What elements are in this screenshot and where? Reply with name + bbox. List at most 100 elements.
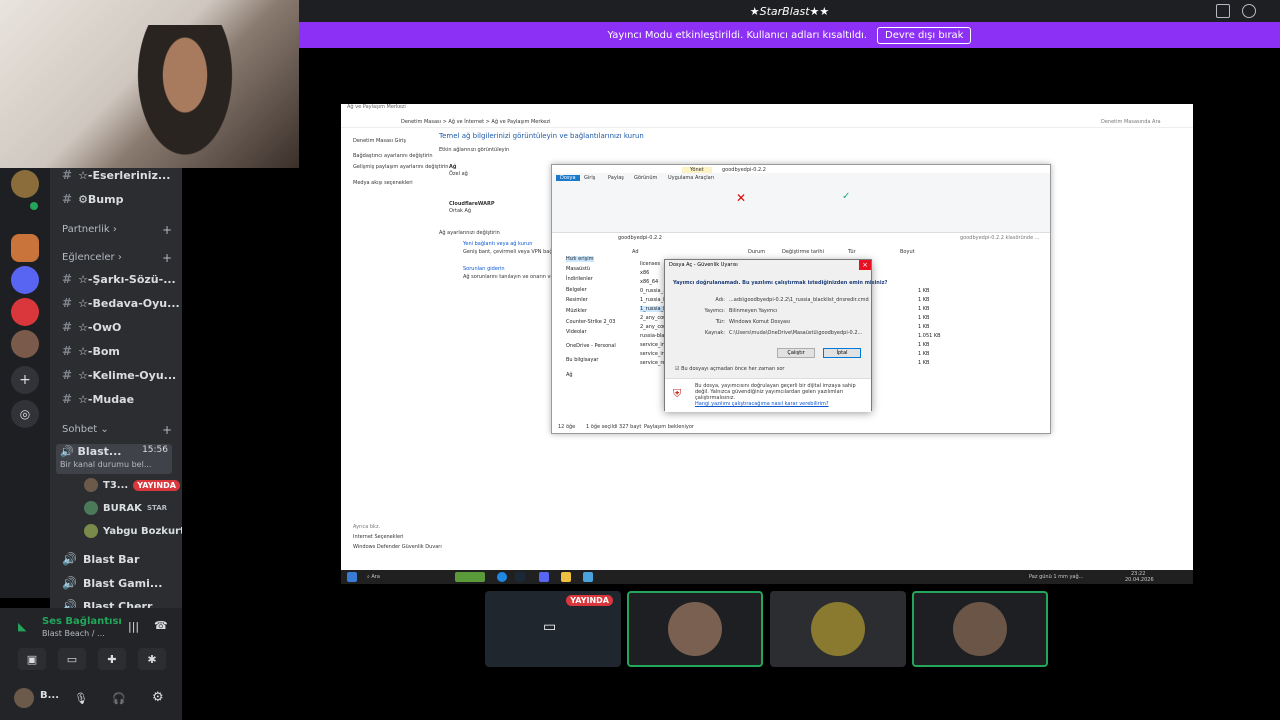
channel-sarki-sozu[interactable]: # ☆-Şarkı-Sözü-... [62,272,176,286]
col-size[interactable]: Boyut [900,249,915,255]
taskbar-weather[interactable]: Paz günü 1 mm yağ... [1029,574,1083,580]
soundboard-icon[interactable]: ✱ [138,648,166,670]
help-icon[interactable] [1242,4,1256,18]
voice-channel-blast-cherry[interactable]: 🔊 Blast Cherr... [62,599,163,608]
file-row[interactable]: licenses [640,261,660,267]
taskbar-date[interactable]: 20.04.2026 [1125,577,1154,583]
server-icon-4[interactable] [11,298,39,326]
nav-this-pc[interactable]: Bu bilgisayar [566,357,598,363]
cp-link-home[interactable]: Denetim Masası Giriş [353,138,406,144]
col-type[interactable]: Tür [848,249,856,255]
server-icon-starblast[interactable] [11,170,39,198]
nav-network[interactable]: Ağ [566,372,573,378]
disable-streamer-mode-button[interactable]: Devre dışı bırak [877,26,972,44]
participant-tile-2[interactable] [770,591,906,667]
col-name[interactable]: Ad [632,249,639,255]
stream-thumb-screen[interactable]: YAYINDA ▭ [485,591,621,667]
signal-icon[interactable]: ◣ [18,620,26,633]
steam-icon[interactable] [515,572,525,582]
nav-documents[interactable]: Belgeler [566,287,587,293]
discord-icon[interactable] [539,572,549,582]
ribbon-tab-app-tools[interactable]: Uygulama Araçları [668,175,714,181]
add-server-icon[interactable]: + [11,366,39,394]
gear-icon[interactable]: ⚙ [152,690,164,705]
activities-icon[interactable]: ✚ [98,648,126,670]
noise-suppression-icon[interactable]: ||| [128,620,139,633]
nav-onedrive[interactable]: OneDrive - Personal [566,343,616,349]
add-channel-icon[interactable]: + [162,223,172,237]
voice-channel-blast-active[interactable]: 🔊 Blast... 15:56 Bir kanal durumu bel... [56,444,172,474]
microphone-icon[interactable]: 🎙 [74,692,88,705]
explorer-address[interactable]: goodbyedpi-0.2.2 [618,235,662,241]
dialog-close-icon[interactable]: × [859,260,871,270]
category-fun[interactable]: Eğlenceler › [62,252,122,263]
control-panel-icon[interactable] [583,572,593,582]
nav-desktop[interactable]: Masaüstü [566,266,590,272]
channel-mudae[interactable]: # ☆-Mudae [62,392,134,406]
ribbon-tab-share[interactable]: Paylaş [608,175,624,181]
voice-channel-blast-gaming[interactable]: 🔊 Blast Gami... [62,576,162,590]
explorer-search[interactable]: goodbyedpi-0.2.2 klasöründe ... [960,235,1040,241]
channel-eserleriniz[interactable]: # ☆-Eserleriniz... [62,168,170,182]
voice-connection-subtitle[interactable]: Blast Beach / ... [42,629,105,638]
channel-kelime-oyun[interactable]: # ☆-Kelime-Oyu... [62,368,176,382]
col-date[interactable]: Değiştirme tarihi [782,249,824,255]
channel-bedava-oyun[interactable]: # ☆-Bedava-Oyu... [62,296,180,310]
nav-quick-access[interactable]: Hızlı erişim [566,256,594,262]
channel-bom[interactable]: # ☆-Bom [62,344,120,358]
voice-channel-blast-bar[interactable]: 🔊 Blast Bar [62,552,139,566]
category-chat[interactable]: Sohbet ⌄ [62,424,109,435]
widget-icon[interactable] [455,572,485,582]
inbox-icon[interactable] [1216,4,1230,18]
cp-new-connection-link[interactable]: Yeni bağlantı veya ağ kurun [463,241,532,247]
cp-troubleshoot-link[interactable]: Sorunları giderin [463,266,505,272]
headphones-icon[interactable]: 🎧 [112,692,126,705]
server-icon-3[interactable] [11,266,39,294]
cp-link-media[interactable]: Medya akışı seçenekleri [353,180,413,186]
edge-icon[interactable] [497,572,507,582]
file-explorer-window[interactable]: goodbyedpi-0.2.2 Yönet Dosya Giriş Payla… [551,164,1051,434]
always-ask-checkbox[interactable]: ☑ Bu dosyayı açmadan önce her zaman sor [675,366,784,372]
start-icon[interactable] [347,572,357,582]
cp-breadcrumb[interactable]: Denetim Masası > Ağ ve İnternet > Ağ ve … [341,116,1193,128]
add-channel-icon[interactable]: + [162,251,172,265]
file-row[interactable]: x86 [640,270,649,276]
participant-tile-3[interactable] [912,591,1048,667]
delete-icon[interactable]: ✕ [736,191,746,205]
folder-icon[interactable] [561,572,571,582]
run-button[interactable]: Çalıştır [777,348,815,358]
disconnect-icon[interactable]: ☎ [154,619,168,632]
ribbon-tab-file[interactable]: Dosya [556,175,580,181]
dialog-help-link[interactable]: Hangi yazılımı çalıştıracağıma nasıl kar… [695,401,829,407]
category-partners[interactable]: Partnerlik › [62,224,117,235]
file-row[interactable]: x86_64 [640,279,658,285]
camera-off-icon[interactable]: ▣ [18,648,46,670]
shared-screen[interactable]: Ağ ve Paylaşım Merkezi Denetim Masası > … [341,104,1193,584]
taskbar-search[interactable]: ⌕ Ara [367,574,380,580]
discover-icon[interactable]: ◎ [11,400,39,428]
voice-user[interactable]: BURAK STAR [84,501,167,515]
add-channel-icon[interactable]: + [162,423,172,437]
cp-internet-options-link[interactable]: Internet Seçenekleri [353,534,404,540]
participant-tile-1[interactable] [627,591,763,667]
channel-bump[interactable]: # ⚙Bump [62,192,123,206]
voice-user[interactable]: Yabgu Bozkurt [84,524,182,538]
nav-videos[interactable]: Videolar [566,329,587,335]
ribbon-tab-home[interactable]: Giriş [584,175,595,181]
cp-search[interactable]: Denetim Masasında Ara [1101,119,1161,125]
cp-firewall-link[interactable]: Windows Defender Güvenlik Duvarı [353,544,442,550]
server-icon-2[interactable] [11,234,39,262]
cp-link-adapter[interactable]: Bağdaştırıcı ayarlarını değiştirin [353,153,433,159]
security-warning-dialog[interactable]: Dosya Aç - Güvenlik Uyarısı × Yayımcı do… [664,259,887,412]
nav-downloads[interactable]: İndirilenler [566,276,593,282]
properties-icon[interactable]: ✓ [842,191,850,202]
screen-share-icon[interactable]: ▭ [58,648,86,670]
avatar[interactable] [14,688,34,708]
channel-owo[interactable]: # ☆-OwO [62,320,121,334]
voice-user[interactable]: T3... YAYINDA [84,478,180,492]
col-status[interactable]: Durum [748,249,765,255]
nav-pictures[interactable]: Resimler [566,297,588,303]
nav-music[interactable]: Müzikler [566,308,587,314]
cancel-button[interactable]: İptal [823,348,861,358]
ribbon-tab-view[interactable]: Görünüm [634,175,657,181]
